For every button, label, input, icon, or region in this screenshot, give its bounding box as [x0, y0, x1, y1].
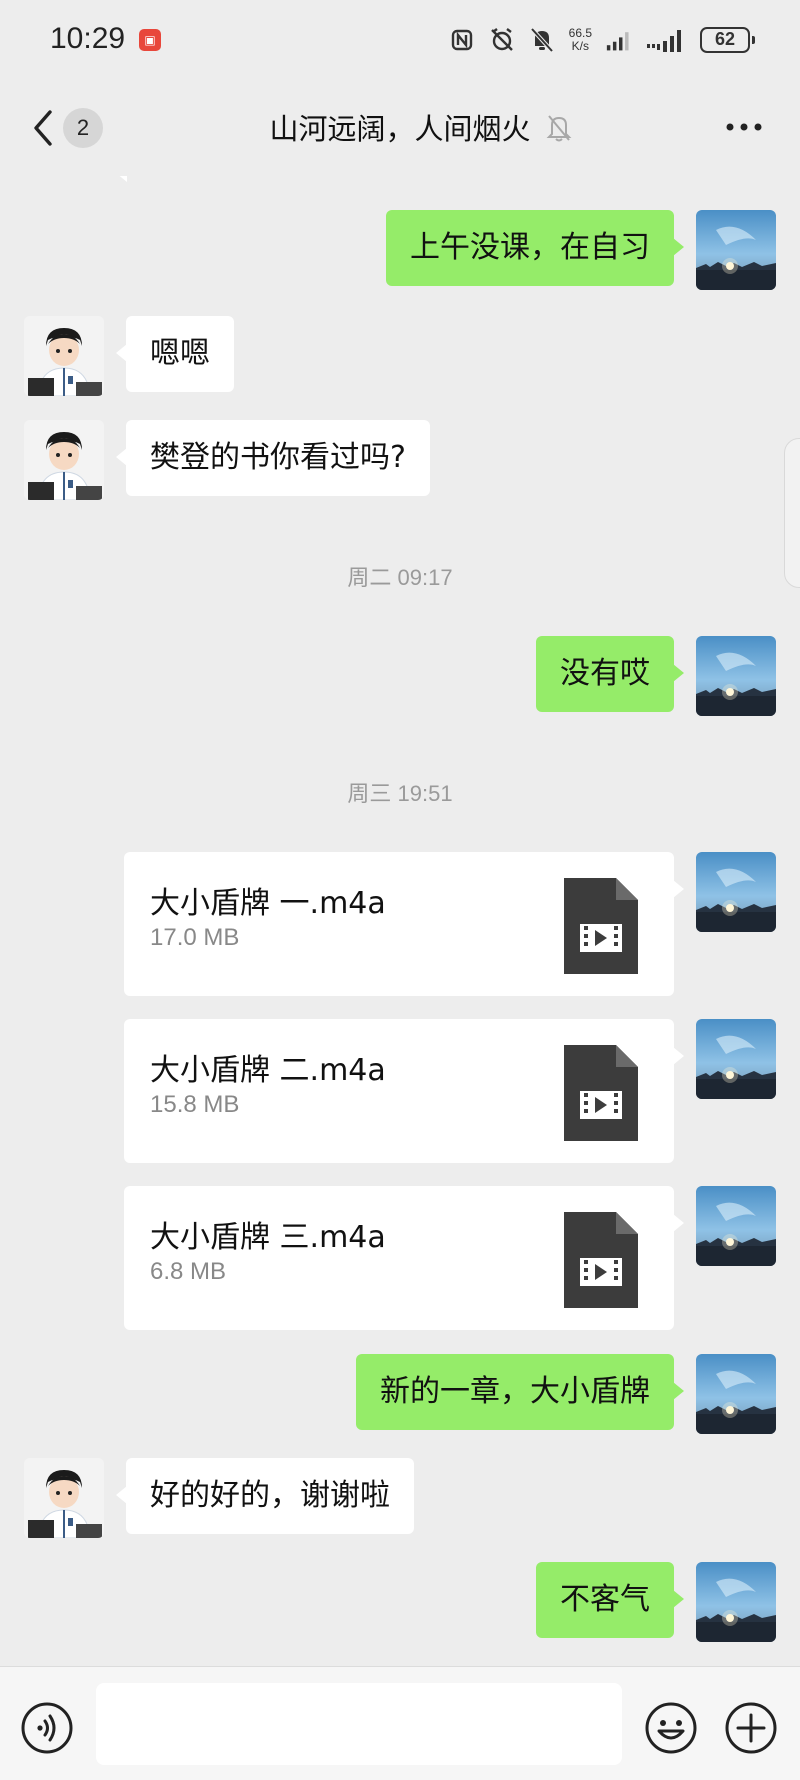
- nfc-icon: [449, 27, 475, 53]
- message-bubble-self[interactable]: 上午没课，在自习: [386, 210, 684, 286]
- avatar-self[interactable]: [696, 636, 776, 716]
- avatar-self[interactable]: [696, 1019, 776, 1099]
- notification-app-icon: ▣: [139, 29, 161, 51]
- file-name: 大小盾牌 三.m4a: [150, 1220, 386, 1255]
- file-name: 大小盾牌 二.m4a: [150, 1053, 386, 1088]
- avatar-self[interactable]: [696, 852, 776, 932]
- timestamp: 周三 19:51: [347, 781, 453, 806]
- message-bubble-self[interactable]: 没有哎: [536, 636, 684, 712]
- file-size: 15.8 MB: [150, 1091, 240, 1118]
- emoji-icon[interactable]: [644, 1701, 698, 1755]
- signal-2-icon: [646, 27, 686, 53]
- status-bar: 10:29 ▣ 66.5 K/s 62: [0, 0, 800, 80]
- side-scroll-handle[interactable]: [784, 438, 800, 588]
- file-message-card[interactable]: 大小盾牌 三.m4a 6.8 MB: [124, 1186, 684, 1330]
- avatar-self[interactable]: [696, 1354, 776, 1434]
- status-time: 10:29: [50, 22, 126, 55]
- net-speed: 66.5 K/s: [569, 27, 592, 53]
- file-message-card[interactable]: 大小盾牌 一.m4a 17.0 MB: [124, 852, 684, 996]
- avatar-peer[interactable]: [24, 1458, 104, 1538]
- message-bubble-self[interactable]: 不客气: [536, 1562, 684, 1638]
- plus-icon[interactable]: [724, 1701, 778, 1755]
- signal-1-icon: [606, 27, 632, 53]
- more-dots-icon[interactable]: [724, 112, 764, 142]
- file-name: 大小盾牌 一.m4a: [150, 886, 386, 921]
- chat-title: 山河远阔，人间烟火: [269, 112, 531, 146]
- avatar-peer[interactable]: [24, 420, 104, 500]
- file-message-card[interactable]: 大小盾牌 二.m4a 15.8 MB: [124, 1019, 684, 1163]
- timestamp: 周二 09:17: [347, 565, 453, 590]
- avatar-self[interactable]: [696, 1186, 776, 1266]
- message-bubble-peer[interactable]: 好的好的，谢谢啦: [116, 1458, 414, 1534]
- alarm-off-icon: [489, 27, 515, 53]
- video-file-icon: [564, 878, 638, 974]
- net-speed-value: 66.5: [568, 26, 592, 40]
- voice-icon[interactable]: [20, 1701, 74, 1755]
- message-bubble-self[interactable]: 新的一章，大小盾牌: [356, 1354, 684, 1430]
- net-speed-unit: K/s: [571, 39, 589, 53]
- file-size: 17.0 MB: [150, 924, 240, 951]
- bell-off-status-icon: [529, 27, 555, 53]
- battery-indicator: 62: [700, 27, 755, 53]
- message-bubble-peer[interactable]: 嗯嗯: [116, 316, 234, 392]
- input-bar: [0, 1666, 800, 1780]
- status-icons: 66.5 K/s 62: [449, 22, 755, 58]
- bell-off-icon: [546, 112, 572, 142]
- avatar-self[interactable]: [696, 210, 776, 290]
- video-file-icon: [564, 1212, 638, 1308]
- message-list[interactable]: 上午没课，在自习 嗯嗯 樊登的书你看过吗? 周二 09:17 没有哎 周三 19…: [0, 176, 800, 1666]
- avatar-peer[interactable]: [24, 316, 104, 396]
- message-bubble-peer[interactable]: 樊登的书你看过吗?: [116, 420, 430, 496]
- file-size: 6.8 MB: [150, 1258, 227, 1285]
- video-file-icon: [564, 1045, 638, 1141]
- message-input[interactable]: [96, 1683, 622, 1765]
- avatar-self[interactable]: [696, 1562, 776, 1642]
